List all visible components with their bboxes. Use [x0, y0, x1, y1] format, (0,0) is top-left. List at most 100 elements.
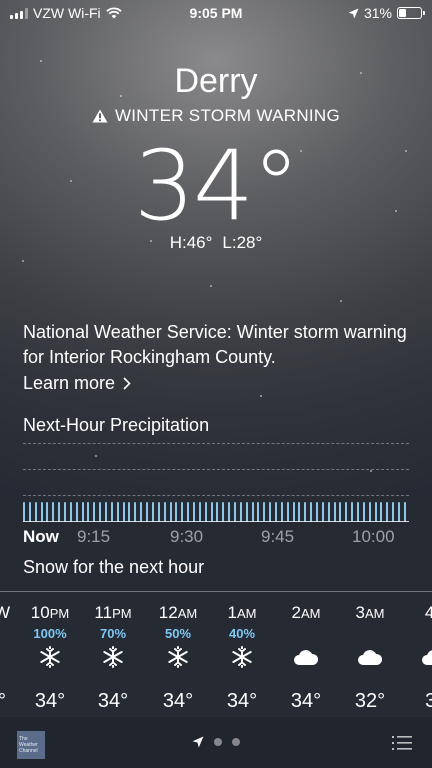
hour-suffix: AM — [177, 606, 198, 621]
precipitation-bar — [64, 502, 67, 522]
timeline-label: 9:15 — [77, 527, 111, 546]
precipitation-bar — [204, 502, 207, 522]
precipitation-bar — [263, 502, 266, 522]
cloud-icon — [338, 644, 402, 670]
precipitation-bar — [362, 502, 365, 522]
precipitation-bar — [386, 502, 389, 522]
precipitation-bar — [87, 502, 90, 522]
precipitation-bar — [216, 502, 219, 522]
precipitation-bar — [368, 502, 371, 522]
precipitation-bar — [316, 502, 318, 522]
precipitation-bar — [69, 502, 72, 522]
precipitation-bar — [392, 502, 395, 522]
precipitation-bar — [175, 502, 178, 522]
timeline-label: 10:00 — [352, 527, 395, 546]
precipitation-bar — [380, 502, 383, 522]
precipitation-chance: 70% — [99, 626, 127, 641]
location-arrow-icon — [192, 736, 204, 748]
hour-suffix: AM — [236, 606, 257, 621]
hourly-forecast[interactable]: W ° 10PM 100% 34° 11PM 70% 34° 12AM 50% … — [0, 592, 432, 716]
precipitation-bar — [280, 502, 283, 522]
hour-suffix: PM — [49, 606, 70, 621]
hour-suffix: AM — [300, 606, 321, 621]
hourly-item: 2AM 34° — [274, 592, 338, 716]
precipitation-bar — [310, 502, 313, 522]
precipitation-chance: 40% — [228, 626, 256, 641]
alert-label: WINTER STORM WARNING — [114, 106, 341, 125]
precipitation-bar — [269, 502, 272, 522]
hour-time: 1 — [227, 603, 237, 622]
precipitation-bar — [146, 502, 149, 522]
precipitation-bar — [228, 502, 231, 522]
low-temperature: L:28° — [222, 233, 263, 252]
precipitation-bars — [23, 502, 409, 522]
precipitation-bar — [181, 502, 184, 522]
precipitation-bar — [122, 502, 125, 522]
current-temperature: 34° — [133, 130, 300, 242]
precipitation-bar — [58, 502, 61, 522]
precipitation-timeline: Now 9:15 9:30 9:45 10:00 — [23, 527, 409, 547]
high-temperature: H:46° — [169, 233, 213, 252]
snowflake-icon — [81, 644, 145, 670]
precipitation-bar — [351, 502, 354, 522]
snowflake-icon — [210, 644, 274, 670]
hourly-item: 4A 3( — [402, 592, 432, 716]
nws-message: National Weather Service: Winter storm w… — [23, 322, 407, 367]
warning-icon — [92, 109, 108, 123]
hourly-item: 10PM 100% 34° — [18, 592, 82, 716]
precipitation-bar — [210, 502, 213, 522]
timeline-label: Now — [23, 527, 59, 546]
hour-time: 11 — [94, 603, 113, 622]
precipitation-bar — [81, 502, 84, 522]
hour-temperature: 32° — [354, 690, 386, 712]
learn-more-link[interactable]: Learn more — [23, 373, 131, 394]
precipitation-bar — [298, 502, 301, 522]
hour-temperature: 34° — [97, 690, 129, 712]
precipitation-bar — [251, 502, 254, 522]
precipitation-bar — [233, 502, 236, 522]
precipitation-bar — [257, 502, 260, 522]
precipitation-bar — [116, 502, 119, 522]
precipitation-bar — [286, 502, 289, 522]
precipitation-bar — [304, 502, 307, 522]
precipitation-bar — [23, 502, 25, 522]
precipitation-bar — [105, 502, 108, 522]
bottom-toolbar: The Weather Channel — [0, 717, 432, 768]
page-dot — [232, 738, 240, 746]
precipitation-bar — [333, 502, 336, 522]
precipitation-bar — [327, 502, 330, 522]
location-arrow-icon — [348, 8, 359, 18]
hour-suffix: PM — [112, 606, 132, 621]
snowflake-icon — [146, 644, 210, 670]
precipitation-bar — [239, 502, 242, 522]
hour-time: 3 — [355, 603, 365, 622]
snowflake-icon — [18, 644, 82, 670]
city-list-icon[interactable] — [392, 735, 412, 751]
hour-temperature: 34° — [34, 690, 66, 712]
hourly-item: 11PM 70% 34° — [81, 592, 145, 716]
hour-time: 12 — [158, 603, 178, 622]
precipitation-gridline — [23, 495, 409, 496]
page-indicator[interactable] — [0, 736, 432, 748]
precipitation-bar — [292, 502, 295, 522]
weather-alert[interactable]: WINTER STORM WARNING — [0, 106, 432, 126]
page-dot — [214, 738, 222, 746]
precipitation-bar — [398, 502, 401, 522]
precipitation-bar — [321, 502, 324, 522]
learn-more-label: Learn more — [23, 373, 116, 393]
precipitation-bar — [110, 502, 113, 522]
precipitation-chance: 50% — [164, 626, 192, 641]
precipitation-bar — [128, 502, 131, 522]
precipitation-bar — [403, 502, 406, 522]
precipitation-bar — [274, 502, 277, 522]
hour-temperature: 34° — [290, 690, 322, 712]
precipitation-bar — [187, 502, 190, 522]
precipitation-baseline — [23, 521, 409, 522]
hour-temperature: 3( — [425, 690, 432, 712]
precipitation-bar — [198, 502, 201, 522]
precipitation-bar — [75, 502, 78, 522]
precipitation-gridline — [23, 443, 409, 444]
timeline-label: 9:45 — [261, 527, 295, 546]
city-name: Derry — [174, 62, 258, 100]
cloud-icon — [274, 644, 338, 670]
